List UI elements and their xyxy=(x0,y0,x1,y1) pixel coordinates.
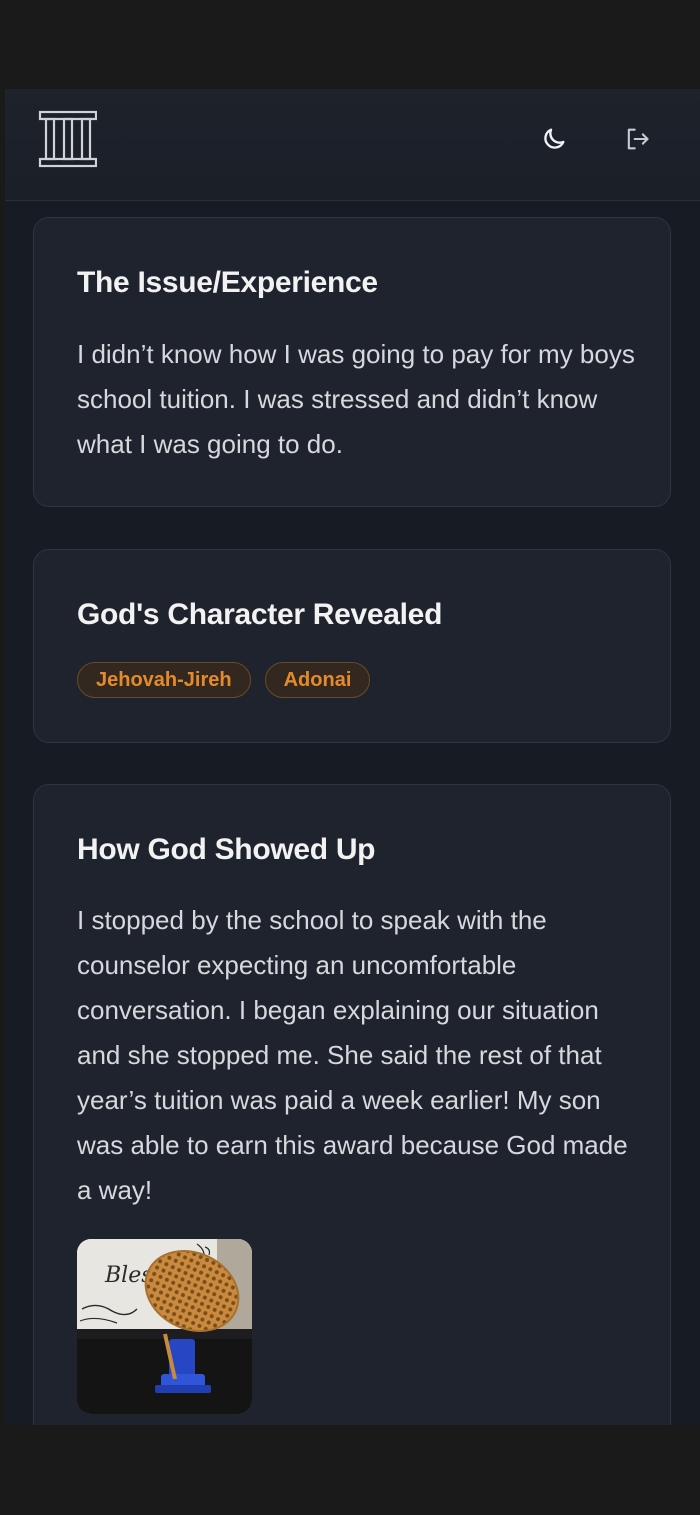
theme-toggle-button[interactable] xyxy=(534,119,574,159)
top-bar xyxy=(5,89,700,201)
award-photo-image: Bles xyxy=(77,1239,252,1414)
issue-body: I didn’t know how I was going to pay for… xyxy=(77,339,635,459)
award-photo[interactable]: Bles xyxy=(77,1239,252,1414)
moon-icon xyxy=(544,128,565,149)
character-card: God's Character Revealed Jehovah-Jireh A… xyxy=(33,549,671,743)
logout-icon xyxy=(627,128,649,150)
logout-button[interactable] xyxy=(617,119,657,159)
issue-card: The Issue/Experience I didn’t know how I… xyxy=(33,217,671,507)
showed-up-title: How God Showed Up xyxy=(77,833,376,866)
showed-up-card: How God Showed Up I stopped by the schoo… xyxy=(33,784,671,1425)
showed-up-body: I stopped by the school to speak with th… xyxy=(77,905,628,1205)
character-tags: Jehovah-Jireh Adonai xyxy=(77,662,371,698)
issue-title: The Issue/Experience xyxy=(77,266,378,299)
tag-jehovah-jireh[interactable]: Jehovah-Jireh xyxy=(77,662,251,698)
character-title: God's Character Revealed xyxy=(77,598,443,631)
tag-adonai[interactable]: Adonai xyxy=(264,662,371,698)
logo-svg xyxy=(38,110,98,168)
columns-building-icon[interactable] xyxy=(37,109,98,169)
app-screen: The Issue/Experience I didn’t know how I… xyxy=(5,89,700,1425)
